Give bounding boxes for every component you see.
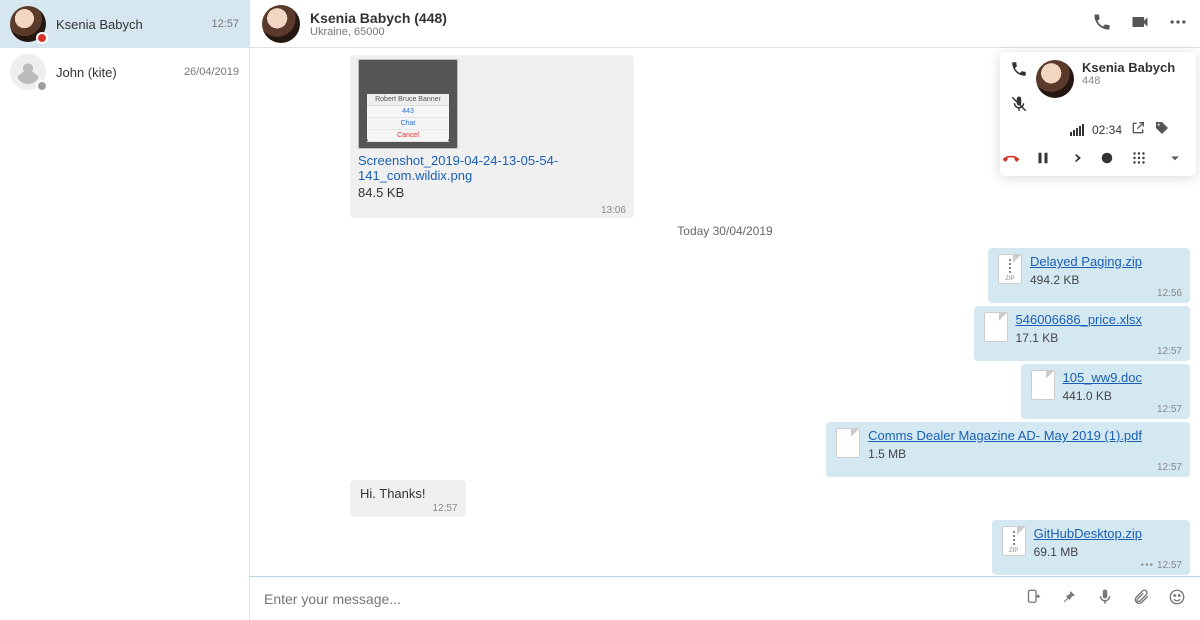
video-icon[interactable] [1130,12,1150,35]
message-input[interactable] [264,591,1024,607]
conversation-name: John (kite) [56,65,117,80]
message-time: 12:57 [1157,560,1182,571]
attachment-filename[interactable]: 105_ww9.doc [1063,370,1143,385]
chat-header: Ksenia Babych (448) Ukraine, 65000 [250,0,1200,48]
record-icon[interactable] [1098,149,1116,170]
phone-icon [1010,60,1028,81]
message-attachment: Robert Bruce Banner 443 Chat Cancel Scre… [350,55,634,218]
chat-main: Ksenia Babych (448) Ukraine, 65000 Kseni… [250,0,1200,620]
message-time: 12:57 [1157,462,1182,473]
message-text: Hi. Thanks! 12:57 [350,480,466,517]
call-duration: 02:34 [1092,123,1122,137]
message-attachment: Comms Dealer Magazine AD- May 2019 (1).p… [826,422,1190,477]
message-attachment: 105_ww9.doc 441.0 KB 12:57 [1021,364,1191,419]
preview-header: Robert Bruce Banner [367,94,449,106]
dialpad-icon[interactable] [1130,149,1148,170]
call-extension: 448 [1082,75,1175,87]
attachment-filename[interactable]: GitHubDesktop.zip [1034,526,1142,541]
conversation-time: 26/04/2019 [184,66,239,78]
preview-row: Cancel [367,130,449,142]
pause-icon[interactable] [1034,149,1052,170]
message-time: 12:57 [432,503,457,514]
message-body: Hi. Thanks! [360,486,426,501]
signal-icon [1070,124,1084,136]
attachment-size: 1.5 MB [868,447,1142,461]
call-name: Ksenia Babych [1082,60,1175,75]
chat-subtitle: Ukraine, 65000 [310,26,1092,38]
file-icon: ZIP [1002,526,1026,556]
attach-icon[interactable] [1132,588,1150,609]
preview-row: Chat [367,118,449,130]
mute-icon[interactable] [1010,95,1028,116]
preview-row: 443 [367,106,449,118]
attachment-filename[interactable]: 546006686_price.xlsx [1016,312,1142,327]
attachment-size: 84.5 KB [358,185,626,200]
message-time: 12:57 [1157,404,1182,415]
file-icon [836,428,860,458]
avatar [262,5,300,43]
message-attachment: 546006686_price.xlsx 17.1 KB 12:57 [974,306,1190,361]
attachment-filename[interactable]: Comms Dealer Magazine AD- May 2019 (1).p… [868,428,1142,443]
transfer-icon[interactable] [1066,149,1084,170]
popout-icon[interactable] [1130,120,1146,139]
microphone-icon[interactable] [1096,588,1114,609]
file-icon [984,312,1008,342]
attachment-filename[interactable]: Screenshot_2019-04-24-13-05-54-141_com.w… [358,153,626,183]
avatar [10,54,46,90]
message-time: 13:06 [601,205,626,216]
conversation-list: Ksenia Babych 12:57 John (kite) 26/04/20… [0,0,250,620]
file-icon [1031,370,1055,400]
send-file-icon[interactable] [1024,588,1042,609]
avatar [10,6,46,42]
message-time: 12:56 [1157,288,1182,299]
hangup-icon[interactable] [1002,149,1020,170]
status-dot [36,32,48,44]
attachment-size: 69.1 MB [1034,545,1142,559]
conversation-item[interactable]: John (kite) 26/04/2019 [0,48,249,96]
tag-icon[interactable] [1154,120,1170,139]
conversation-time: 12:57 [211,18,239,30]
attachment-size: 17.1 KB [1016,331,1142,345]
conversation-name: Ksenia Babych [56,17,143,32]
day-separator: Today 30/04/2019 [250,224,1200,238]
message-attachment: ZIP GitHubDesktop.zip 69.1 MB ••• 12:57 [992,520,1190,575]
attachment-thumbnail[interactable]: Robert Bruce Banner 443 Chat Cancel [358,59,458,149]
avatar [1036,60,1074,98]
chevron-down-icon[interactable] [1166,149,1184,170]
file-icon: ZIP [998,254,1022,284]
message-attachment: ZIP Delayed Paging.zip 494.2 KB 12:56 [988,248,1190,303]
conversation-item[interactable]: Ksenia Babych 12:57 [0,0,249,48]
active-call-card: Ksenia Babych 448 02:34 [1000,52,1196,176]
status-dot [36,80,48,92]
emoji-icon[interactable] [1168,588,1186,609]
attachment-size: 441.0 KB [1063,389,1143,403]
more-icon[interactable] [1168,12,1188,35]
attachment-filename[interactable]: Delayed Paging.zip [1030,254,1142,269]
attachment-size: 494.2 KB [1030,273,1142,287]
message-time: 12:57 [1157,346,1182,357]
chat-title: Ksenia Babych (448) [310,10,1092,26]
message-composer [250,576,1200,620]
call-icon[interactable] [1092,12,1112,35]
more-icon[interactable]: ••• [1140,560,1154,571]
pin-icon[interactable] [1060,588,1078,609]
